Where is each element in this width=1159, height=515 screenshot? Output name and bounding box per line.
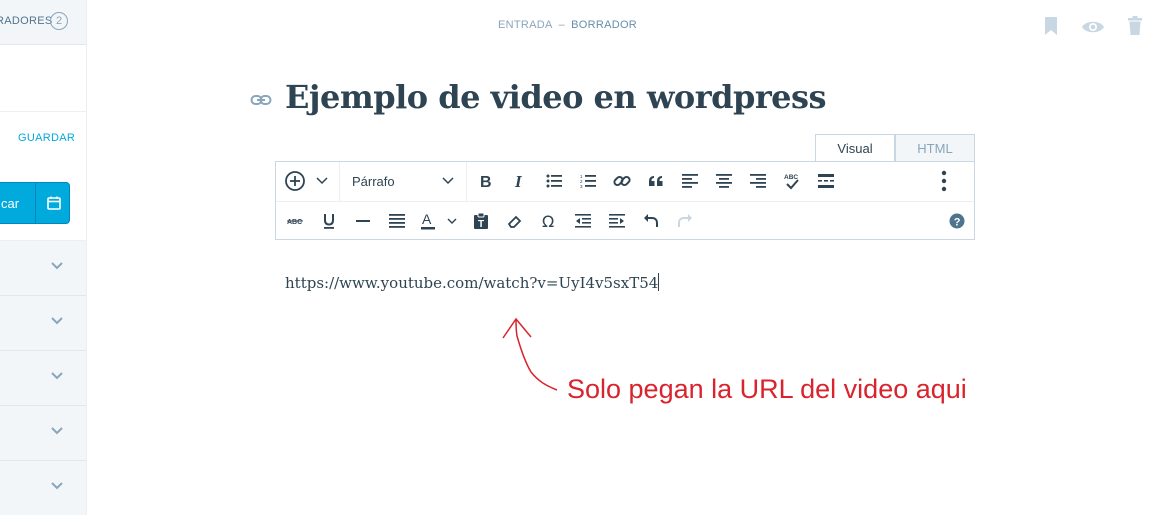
sidebar-accordion-section[interactable] [0, 296, 86, 351]
chevron-down-icon [51, 482, 63, 490]
format-select[interactable]: Párrafo [352, 174, 395, 189]
editor-sidebar: RADORES 2 GUARDAR car [0, 0, 87, 515]
indent-icon[interactable] [603, 207, 631, 235]
svg-text:T: T [478, 219, 484, 230]
link-icon[interactable] [608, 167, 636, 195]
sidebar-accordion-section[interactable] [0, 406, 86, 461]
post-type-label: ENTRADA [498, 19, 553, 31]
bold-icon[interactable]: B [472, 167, 500, 195]
italic-icon[interactable]: I [506, 167, 534, 195]
svg-text:I: I [514, 173, 523, 189]
tab-html[interactable]: HTML [895, 134, 975, 162]
divider [0, 111, 86, 112]
chevron-down-icon[interactable] [442, 207, 462, 235]
sidebar-accordion-section[interactable] [0, 461, 86, 515]
svg-text:B: B [480, 174, 492, 189]
blockquote-icon[interactable] [642, 167, 670, 195]
chevron-down-icon [51, 427, 63, 435]
post-status: ENTRADA – BORRADOR [498, 19, 637, 31]
drafts-label[interactable]: RADORES [0, 15, 53, 27]
align-center-icon[interactable] [710, 167, 738, 195]
help-icon[interactable]: ? [943, 207, 971, 235]
trash-icon[interactable] [1127, 16, 1143, 36]
underline-icon[interactable] [315, 207, 343, 235]
save-button[interactable]: GUARDAR [18, 132, 75, 144]
bulleted-list-icon[interactable] [540, 167, 568, 195]
svg-text:A: A [422, 212, 432, 227]
special-character-icon[interactable]: Ω [535, 207, 563, 235]
tab-visual[interactable]: Visual [815, 134, 895, 162]
hand-drawn-arrow [502, 317, 558, 391]
text-caret [658, 273, 660, 291]
drafts-count-badge: 2 [50, 12, 68, 30]
redo-icon[interactable] [671, 207, 699, 235]
read-more-icon[interactable] [812, 167, 840, 195]
chevron-down-icon [51, 317, 63, 325]
divider [276, 201, 974, 202]
divider [339, 162, 340, 201]
outdent-icon[interactable] [569, 207, 597, 235]
sidebar-accordion-section[interactable] [0, 351, 86, 406]
divider [466, 162, 467, 201]
annotation-text: Solo pegan la URL del video aqui [567, 374, 967, 404]
align-right-icon[interactable] [744, 167, 772, 195]
divider [35, 183, 36, 223]
paste-text-icon[interactable]: T [467, 207, 495, 235]
svg-text:?: ? [954, 217, 961, 229]
align-left-icon[interactable] [676, 167, 704, 195]
post-content[interactable]: https://www.youtube.com/watch?v=UyI4v5sx… [285, 273, 660, 292]
publish-button[interactable]: car [0, 182, 70, 224]
drafts-bar[interactable]: RADORES 2 [0, 0, 86, 45]
chevron-down-icon [51, 262, 63, 270]
publish-label: car [1, 196, 20, 211]
calendar-icon[interactable] [47, 196, 61, 210]
more-options-icon[interactable] [930, 167, 958, 195]
content-url-text: https://www.youtube.com/watch?v=UyI4v5sx… [285, 274, 659, 292]
editor-toolbar: Párrafo B I 123 ABC ABC A T Ω ? [275, 161, 975, 240]
draft-status: BORRADOR [571, 19, 638, 31]
undo-icon[interactable] [637, 207, 665, 235]
chevron-down-icon[interactable] [438, 167, 458, 195]
svg-text:Ω: Ω [542, 213, 554, 229]
eraser-icon[interactable] [501, 207, 529, 235]
justify-icon[interactable] [383, 207, 411, 235]
svg-text:ABC: ABC [287, 219, 302, 226]
sidebar-accordion-section[interactable] [0, 241, 86, 296]
eye-icon[interactable] [1081, 19, 1105, 35]
bookmark-icon[interactable] [1043, 16, 1059, 36]
chevron-down-icon[interactable] [312, 167, 332, 195]
chevron-down-icon [51, 372, 63, 380]
numbered-list-icon[interactable]: 123 [574, 167, 602, 195]
status-separator: – [558, 19, 566, 31]
svg-text:3: 3 [580, 184, 583, 188]
svg-text:ABC: ABC [784, 174, 798, 181]
horizontal-line-icon[interactable] [349, 207, 377, 235]
link-icon[interactable] [250, 92, 272, 108]
add-content-icon[interactable] [281, 167, 309, 195]
text-color-icon[interactable]: A [417, 207, 445, 235]
strikethrough-icon[interactable]: ABC [281, 207, 309, 235]
spellcheck-icon[interactable]: ABC [778, 167, 806, 195]
post-title[interactable]: Ejemplo de video en wordpress [285, 78, 827, 116]
